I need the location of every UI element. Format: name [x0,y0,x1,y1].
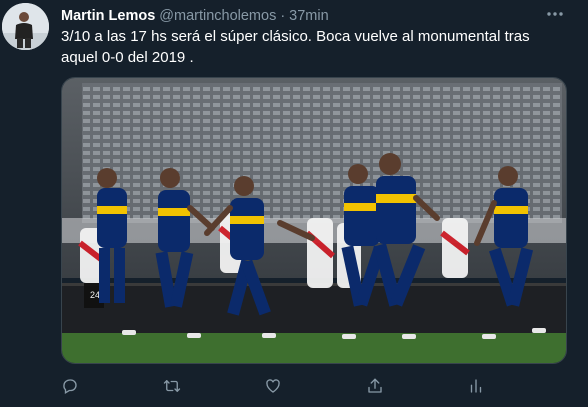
author-name[interactable]: Martin Lemos [61,8,155,24]
avatar[interactable] [2,3,49,50]
tweet-actions [0,372,588,400]
share-icon[interactable] [363,374,387,398]
tweet-text: 3/10 a las 17 hs será el súper clásico. … [61,28,530,66]
retweet-icon[interactable] [160,374,184,398]
timestamp[interactable]: 37min [289,8,329,24]
football-celebration-photo: 24 [62,78,566,363]
analytics-icon[interactable] [464,374,488,398]
tweet[interactable]: Martin Lemos @martincholemos · 37min 3/1… [0,0,588,407]
jersey-number: 24 [90,290,100,300]
tweet-header: Martin Lemos @martincholemos · 37min [61,6,329,26]
more-horizontal-icon[interactable] [540,5,570,25]
reply-icon[interactable] [58,374,82,398]
like-icon[interactable] [261,374,285,398]
separator-dot: · [280,8,286,24]
author-handle[interactable]: @martincholemos [159,8,276,24]
tweet-photo[interactable]: 24 [61,77,567,364]
